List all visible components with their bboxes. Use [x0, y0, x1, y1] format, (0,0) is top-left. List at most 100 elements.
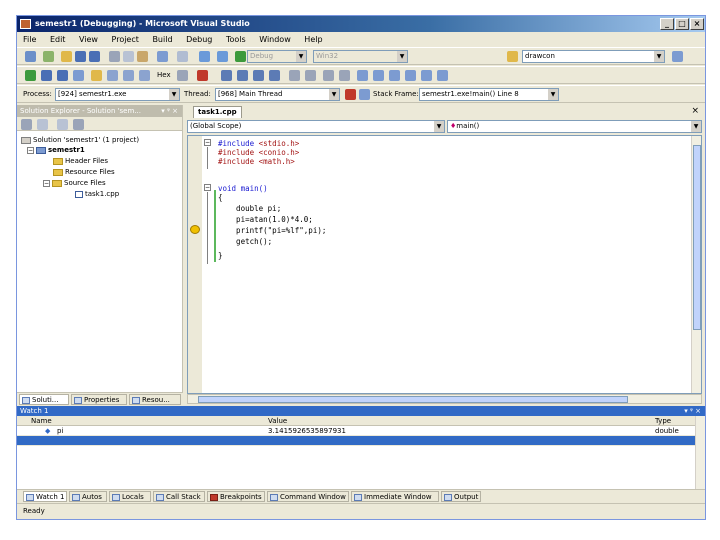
toggle-flag-icon[interactable]	[345, 89, 356, 100]
process-combo[interactable]: [924] semestr1.exe ▼	[55, 88, 180, 101]
horizontal-scrollbar[interactable]	[187, 394, 702, 404]
tab-autos[interactable]: Autos	[69, 491, 107, 502]
solution-explorer-window-controls[interactable]: ▾ ᵠ ×	[161, 105, 178, 117]
view-code-icon[interactable]	[57, 119, 68, 130]
watch-value[interactable]: 3.1415926535897931	[268, 426, 346, 436]
code-text-area[interactable]: − − #include <stdio.h> #include <conio.h…	[187, 135, 702, 394]
maximize-button[interactable]: □	[675, 18, 689, 30]
new-project-icon[interactable]	[25, 51, 36, 62]
menu-help[interactable]: Help	[298, 32, 327, 47]
vertical-scrollbar[interactable]	[691, 136, 701, 393]
thread-combo[interactable]: [968] Main Thread ▼	[215, 88, 340, 101]
close-document-icon[interactable]: ×	[691, 105, 699, 117]
find-in-files-icon[interactable]	[507, 51, 518, 62]
tab-resource-view[interactable]: Resou...	[129, 394, 181, 405]
watch-vertical-scrollbar[interactable]	[695, 416, 705, 489]
watch-row[interactable]: ◆ pi 3.1415926535897931 double	[17, 426, 705, 436]
tab-solution-explorer[interactable]: Soluti...	[19, 394, 69, 405]
stop-debugging-icon[interactable]	[57, 70, 68, 81]
tab-properties[interactable]: Properties	[71, 394, 127, 405]
vertical-scroll-thumb[interactable]	[693, 145, 701, 330]
menu-view[interactable]: View	[73, 32, 103, 47]
stack-frame-combo[interactable]: semestr1.exe!main() Line 8 ▼	[419, 88, 559, 101]
flag-icon[interactable]	[359, 89, 370, 100]
properties-icon[interactable]	[21, 119, 32, 130]
menu-window[interactable]: Window	[253, 32, 296, 47]
column-header-name[interactable]: Name	[31, 416, 52, 426]
add-item-icon[interactable]	[43, 51, 54, 62]
watch-window-controls[interactable]: ▾ ᵠ ×	[684, 406, 701, 416]
restart-icon[interactable]	[73, 70, 84, 81]
tree-item-project[interactable]: − semestr1	[27, 145, 85, 155]
menu-debug[interactable]: Debug	[180, 32, 217, 47]
menu-edit[interactable]: Edit	[44, 32, 71, 47]
previous-bookmark-in-folder-icon[interactable]	[421, 70, 432, 81]
breakpoints-window-icon[interactable]	[177, 70, 188, 81]
menu-file[interactable]: File	[17, 32, 41, 47]
title-bar[interactable]: semestr1 (Debugging) - Microsoft Visual …	[17, 16, 705, 32]
copy-icon[interactable]	[123, 51, 134, 62]
configuration-combo[interactable]: Debug ▼	[247, 50, 307, 63]
tab-locals[interactable]: Locals	[109, 491, 151, 502]
tab-immediate-window[interactable]: Immediate Window	[351, 491, 439, 502]
comment-icon[interactable]	[323, 70, 334, 81]
watch-title-bar[interactable]: Watch 1 ▾ ᵠ ×	[17, 406, 705, 416]
breakpoint-icon[interactable]	[197, 70, 208, 81]
menu-project[interactable]: Project	[106, 32, 144, 47]
autos-window-icon[interactable]	[237, 70, 248, 81]
outline-collapse-icon[interactable]: −	[204, 184, 211, 191]
tab-output[interactable]: Output	[441, 491, 481, 502]
tab-command-window[interactable]: Command Window	[267, 491, 349, 502]
previous-bookmark-icon[interactable]	[389, 70, 400, 81]
step-out-icon[interactable]	[139, 70, 150, 81]
open-file-icon[interactable]	[61, 51, 72, 62]
menu-build[interactable]: Build	[146, 32, 177, 47]
member-combo[interactable]: ♦main() ▼	[447, 120, 702, 133]
tree-item-task1-cpp[interactable]: task1.cpp	[75, 189, 119, 199]
watch-empty-row[interactable]	[17, 436, 705, 446]
clear-bookmarks-icon[interactable]	[437, 70, 448, 81]
collapse-icon[interactable]: −	[27, 146, 34, 154]
find-icon[interactable]	[672, 51, 683, 62]
locals-window-icon[interactable]	[253, 70, 264, 81]
tree-item-header-files[interactable]: Header Files	[53, 156, 108, 166]
column-header-type[interactable]: Type	[655, 416, 671, 426]
save-icon[interactable]	[75, 51, 86, 62]
solution-explorer-title-bar[interactable]: Solution Explorer - Solution 'sem... ▾ ᵠ…	[17, 105, 182, 117]
increase-indent-icon[interactable]	[305, 70, 316, 81]
redo-icon[interactable]	[177, 51, 188, 62]
step-over-icon[interactable]	[123, 70, 134, 81]
undo-icon[interactable]	[157, 51, 168, 62]
find-combo[interactable]: drawcon ▼	[522, 50, 665, 63]
tab-breakpoints[interactable]: Breakpoints	[207, 491, 265, 502]
close-button[interactable]: ×	[690, 18, 704, 30]
continue-icon[interactable]	[25, 70, 36, 81]
break-all-icon[interactable]	[41, 70, 52, 81]
tree-item-solution[interactable]: Solution 'semestr1' (1 project)	[21, 135, 139, 145]
column-header-value[interactable]: Value	[268, 416, 287, 426]
scope-combo[interactable]: (Global Scope) ▼	[187, 120, 445, 133]
hex-toggle[interactable]: Hex	[157, 69, 171, 82]
platform-combo[interactable]: Win32 ▼	[313, 50, 408, 63]
decrease-indent-icon[interactable]	[289, 70, 300, 81]
next-bookmark-icon[interactable]	[373, 70, 384, 81]
show-next-statement-icon[interactable]	[91, 70, 102, 81]
tab-watch-1[interactable]: Watch 1	[23, 491, 67, 502]
cut-icon[interactable]	[109, 51, 120, 62]
indicator-margin[interactable]	[188, 136, 202, 393]
paste-icon[interactable]	[137, 51, 148, 62]
collapse-icon[interactable]: −	[43, 179, 50, 187]
text-format-icon[interactable]	[269, 70, 280, 81]
uncomment-icon[interactable]	[339, 70, 350, 81]
continue-icon[interactable]	[235, 51, 246, 62]
watch-name[interactable]: pi	[57, 426, 63, 436]
tab-task1-cpp[interactable]: task1.cpp	[193, 106, 242, 118]
next-bookmark-in-folder-icon[interactable]	[405, 70, 416, 81]
toggle-bookmark-icon[interactable]	[357, 70, 368, 81]
step-into-icon[interactable]	[107, 70, 118, 81]
watch-window-icon[interactable]	[221, 70, 232, 81]
tree-item-resource-files[interactable]: Resource Files	[53, 167, 115, 177]
navigate-backward-icon[interactable]	[199, 51, 210, 62]
navigate-forward-icon[interactable]	[217, 51, 228, 62]
tab-call-stack[interactable]: Call Stack	[153, 491, 205, 502]
